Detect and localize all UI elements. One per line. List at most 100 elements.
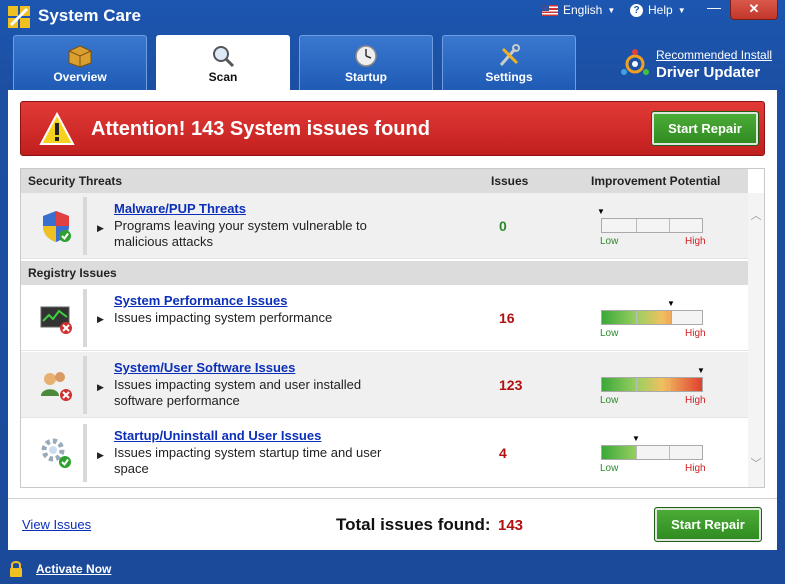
row-divider [83,424,87,482]
meter-marker-icon: ▼ [667,299,675,308]
expand-arrow-icon[interactable]: ▶ [97,450,104,461]
meter-low-label: Low [600,236,619,247]
driver-updater-title[interactable]: Driver Updater [656,64,760,81]
issue-count: 4 [499,445,507,461]
tab-label: Scan [208,70,238,84]
expand-arrow-icon[interactable]: ▶ [97,314,104,325]
monitor-performance-icon [40,306,72,334]
scroll-down-icon[interactable]: ﹀ [748,455,764,471]
title-bar: System Care English ▼ ? Help ▼ — ✕ [0,0,785,34]
meter-segment-divider [669,446,670,459]
us-flag-icon [542,4,558,16]
issue-title[interactable]: System Performance Issues [114,293,287,308]
issue-row-startup[interactable]: ▶ Startup/Uninstall and User Issues Issu… [21,420,748,487]
issue-description: Programs leaving your system vulnerable … [114,218,367,249]
expand-arrow-icon[interactable]: ▶ [97,223,104,234]
scroll-up-icon[interactable]: ︿ [748,207,764,223]
attention-banner: Attention! 143 System issues found Start… [20,101,765,156]
issues-grid: Security Threats Issues Improvement Pote… [20,168,765,488]
meter-segment-divider [669,219,670,232]
meter-low-label: Low [600,328,619,339]
potential-column-header: Improvement Potential [591,174,721,188]
tab-scan[interactable]: Scan [156,35,290,91]
issue-description: Issues impacting system startup time and… [114,445,382,476]
meter-marker-icon: ▼ [697,366,705,375]
tab-label: Settings [485,70,533,84]
meter-segment-divider [669,378,670,391]
improvement-meter [601,445,703,460]
issues-column-header: Issues [491,174,529,188]
box-icon [68,45,92,68]
vertical-scrollbar[interactable]: ︿ ﹀ [748,193,764,487]
tab-label: Startup [345,70,387,84]
help-icon: ? [630,3,643,17]
total-issues-label: Total issues found: [336,515,491,534]
total-issues-value: 143 [498,517,524,534]
magnifier-icon [213,46,235,68]
chevron-down-icon: ▼ [607,5,616,15]
row-divider [83,356,87,414]
activate-now-link[interactable]: Activate Now [36,562,111,576]
expand-arrow-icon[interactable]: ▶ [97,382,104,393]
section-registry-label: Registry Issues [28,266,117,280]
meter-fill [602,446,637,459]
row-divider [83,289,87,347]
meter-high-label: High [685,463,706,474]
meter-high-label: High [685,236,706,247]
clock-icon [355,45,377,67]
meter-segment-divider [669,311,670,324]
meter-low-label: Low [600,395,619,406]
improvement-meter [601,310,703,325]
meter-marker-icon: ▼ [632,434,640,443]
issue-row-software[interactable]: ▶ System/User Software Issues Issues imp… [21,352,748,418]
help-menu[interactable]: ? Help ▼ [630,3,686,17]
improvement-meter [601,377,703,392]
chevron-down-icon: ▼ [677,5,686,15]
attention-text: Attention! 143 System issues found [91,118,430,140]
app-window: System Care English ▼ ? Help ▼ — ✕ Overv… [0,0,785,584]
meter-fill [602,378,702,391]
app-title: System Care [38,6,142,25]
meter-high-label: High [685,328,706,339]
meter-segment-divider [636,219,637,232]
app-logo-icon [8,6,30,28]
tab-label: Overview [53,70,107,84]
tab-startup[interactable]: Startup [299,35,433,90]
language-selector[interactable]: English ▼ [542,3,615,17]
meter-low-label: Low [600,463,619,474]
issue-count: 123 [499,377,523,393]
issue-count: 16 [499,310,515,326]
start-repair-button-bottom[interactable]: Start Repair [654,507,762,542]
issue-row-performance[interactable]: ▶ System Performance Issues Issues impac… [21,285,748,351]
meter-marker-icon: ▼ [597,207,605,216]
close-button[interactable]: ✕ [730,0,778,20]
shield-icon [43,211,71,242]
issue-title[interactable]: Malware/PUP Threats [114,201,246,216]
meter-high-label: High [685,395,706,406]
start-repair-button-top[interactable]: Start Repair [651,111,759,146]
tab-settings[interactable]: Settings [442,35,576,90]
users-icon [41,372,72,401]
issue-description: Issues impacting system performance [114,310,333,325]
footer-divider [8,498,777,499]
meter-segment-divider [636,446,637,459]
issue-row-malware[interactable]: ▶ Malware/PUP Threats Programs leaving y… [21,193,748,259]
tools-icon [499,44,520,66]
recommended-install-link[interactable]: Recommended Install [656,48,772,62]
improvement-meter [601,218,703,233]
row-divider [83,197,87,255]
view-issues-link[interactable]: View Issues [22,517,91,532]
minimize-button[interactable]: — [700,0,728,20]
meter-fill [602,311,672,324]
tab-overview[interactable]: Overview [13,35,147,90]
language-label: English [563,3,603,17]
warning-icon [39,112,75,145]
driver-updater-icon [621,49,649,75]
registry-header: Registry Issues [21,261,748,285]
issue-title[interactable]: Startup/Uninstall and User Issues [114,428,321,443]
meter-segment-divider [636,311,637,324]
issue-count: 0 [499,218,507,234]
issue-title[interactable]: System/User Software Issues [114,360,295,375]
issue-description: Issues impacting system and user install… [114,377,362,408]
meter-segment-divider [636,378,637,391]
